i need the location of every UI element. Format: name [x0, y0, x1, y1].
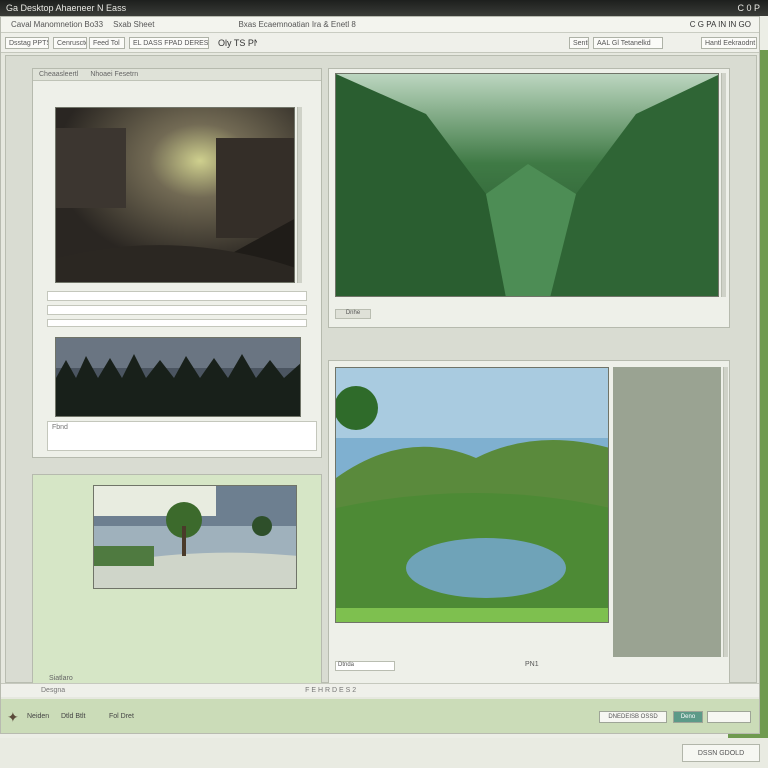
menu-right-label[interactable]: C G PA IN IN GO: [690, 20, 751, 29]
left-pane-label: Siatlaro: [49, 675, 73, 682]
bottom-item-2[interactable]: Fol Dret: [109, 713, 134, 720]
logo-icon: ✦: [7, 709, 19, 725]
status-left: Desgna: [41, 687, 66, 694]
right-pane-bottom: PN1 Dtnda: [328, 360, 730, 684]
image-forest-night[interactable]: [55, 337, 301, 417]
text-row: [47, 319, 307, 327]
menu-item-3[interactable]: Bxas Ecaemnoatian Ira & Enetl 8: [238, 20, 355, 29]
desktop-strip: [0, 738, 768, 768]
toolbar-button-5[interactable]: Hantl Eekraodnt: [701, 37, 757, 49]
toolbar-button-2[interactable]: Cenrusctes: [53, 37, 87, 49]
workspace: Cheaasleertl Nhoaei Fesetrn Fbnd Siatlar…: [5, 55, 757, 684]
side-panel: [613, 367, 721, 657]
ok-button[interactable]: DSSN GDOLD: [682, 744, 760, 762]
image-green-valley[interactable]: [335, 73, 719, 297]
scrollbar[interactable]: [723, 367, 728, 657]
toolbar: Dsstag PPTS Cenrusctes Feed Tol EL DASS …: [1, 33, 759, 53]
tab-1[interactable]: Cheaasleertl: [39, 71, 78, 78]
toolbar-label: Oly TS PNl: [218, 38, 257, 48]
menu-item-1[interactable]: Caval Manomnetion Bo33: [11, 20, 103, 29]
logo-label: Neiden: [27, 713, 50, 720]
caption-text-1: Fbnd: [52, 424, 68, 431]
toolbar-button-3[interactable]: Feed Tol: [89, 37, 125, 49]
window-title: Ga Desktop Ahaeneer N Eass: [6, 3, 127, 13]
app-root: Ga Desktop Ahaeneer N Eass C 0 P Caval M…: [0, 0, 768, 768]
tab-2[interactable]: Nhoaei Fesetrn: [90, 71, 138, 78]
bottom-bar: ✦ Neiden Dtld Btlt Fol Dret DNEDEISB OSS…: [1, 699, 759, 733]
bottom-button-2[interactable]: Deno: [673, 711, 703, 723]
main-window: Caval Manomnetion Bo33 Sxab Sheet Bxas E…: [0, 16, 760, 734]
right-pane-label: PN1: [525, 661, 539, 668]
status-bar: Desgna F E H R D E S 2: [1, 683, 759, 697]
caption-box: Fbnd: [47, 421, 317, 451]
status-center: F E H R D E S 2: [305, 687, 357, 694]
right-pane-top: Dnhe: [328, 68, 730, 328]
image-riverside[interactable]: [93, 485, 297, 589]
toolbar-field-1[interactable]: EL DASS FPAD DERESEND ELELORE: [129, 37, 209, 49]
menu-item-2[interactable]: Sxab Sheet: [113, 20, 154, 29]
window-controls[interactable]: C 0 P: [737, 3, 760, 13]
bottom-item-1[interactable]: Dtld Btlt: [61, 713, 86, 720]
image-lake-landscape[interactable]: [335, 367, 609, 623]
caption-text-2[interactable]: Dnhe: [335, 309, 371, 319]
title-bar: Ga Desktop Ahaeneer N Eass C 0 P: [0, 0, 768, 16]
text-row: [47, 305, 307, 315]
toolbar-button-1[interactable]: Dsstag PPTS: [5, 37, 49, 49]
left-pane-tabs: Cheaasleertl Nhoaei Fesetrn: [33, 69, 321, 81]
toolbar-button-4[interactable]: Sentlx: [569, 37, 589, 49]
bottom-button-1[interactable]: DNEDEISB OSSD: [599, 711, 667, 723]
left-pane-bottom: Siatlaro: [32, 474, 322, 684]
menu-bar: Caval Manomnetion Bo33 Sxab Sheet Bxas E…: [1, 17, 759, 33]
left-pane-top: Cheaasleertl Nhoaei Fesetrn Fbnd: [32, 68, 322, 458]
image-dark-ruins[interactable]: [55, 107, 295, 283]
bottom-button-3[interactable]: [707, 711, 751, 723]
right-status-field[interactable]: Dtnda: [335, 661, 395, 671]
scrollbar[interactable]: [721, 73, 726, 297]
toolbar-field-2[interactable]: AAL Gl Tetanelkd: [593, 37, 663, 49]
scrollbar[interactable]: [297, 107, 302, 283]
text-row: [47, 291, 307, 301]
